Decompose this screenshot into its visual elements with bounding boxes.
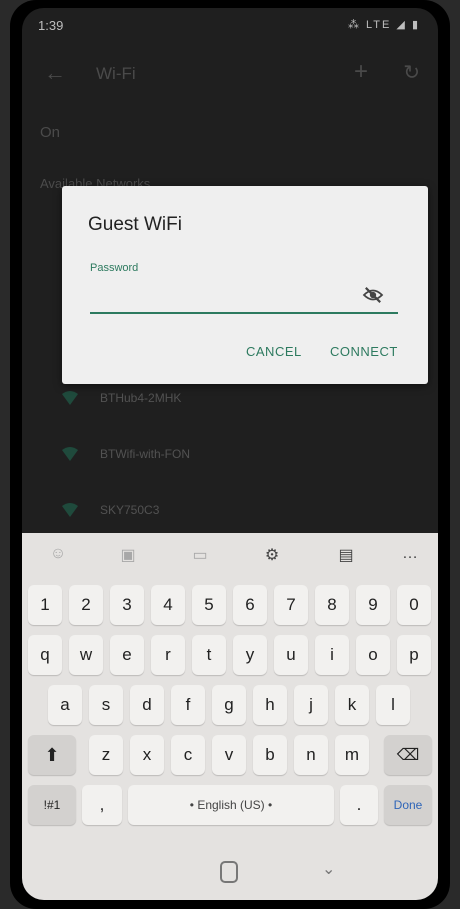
network-row[interactable]: SKY750C3 bbox=[62, 496, 159, 524]
comma-key[interactable]: , bbox=[82, 785, 122, 825]
clipboard-icon[interactable]: ▤ bbox=[334, 545, 358, 565]
key[interactable]: 5 bbox=[192, 585, 226, 625]
dialog-title: Guest WiFi bbox=[88, 214, 182, 235]
gif-icon[interactable]: ▭ bbox=[188, 545, 212, 565]
emoji-icon[interactable]: ☺ bbox=[46, 545, 70, 565]
app-bar: ← Wi-Fi + ↻ bbox=[22, 52, 438, 96]
keyboard-row-1: q w e r t y u i o p bbox=[22, 635, 438, 679]
period-key[interactable]: . bbox=[340, 785, 378, 825]
wifi-signal-icon bbox=[62, 503, 78, 517]
key[interactable]: z bbox=[89, 735, 123, 775]
key[interactable]: h bbox=[253, 685, 287, 725]
key[interactable]: f bbox=[171, 685, 205, 725]
wifi-signal-icon bbox=[62, 447, 78, 461]
key[interactable]: d bbox=[130, 685, 164, 725]
add-icon[interactable]: + bbox=[354, 58, 368, 86]
key[interactable]: u bbox=[274, 635, 308, 675]
key[interactable]: q bbox=[28, 635, 62, 675]
status-time: 1:39 bbox=[38, 18, 64, 33]
shift-key[interactable]: ⬆ bbox=[28, 735, 76, 775]
wifi-signal-icon bbox=[62, 391, 78, 405]
screen: 1:39 ⁂ LTE ◢ ▮ ← Wi-Fi + ↻ On Available … bbox=[22, 8, 438, 900]
password-input[interactable] bbox=[90, 280, 398, 314]
keyboard-row-2: a s d f g h j k l bbox=[22, 685, 438, 729]
key[interactable]: o bbox=[356, 635, 390, 675]
password-label: Password bbox=[90, 262, 139, 274]
space-key[interactable]: • English (US) • bbox=[128, 785, 334, 825]
key[interactable]: 4 bbox=[151, 585, 185, 625]
settings-icon[interactable]: ⚙ bbox=[260, 545, 284, 565]
key[interactable]: 8 bbox=[315, 585, 349, 625]
wifi-state-label[interactable]: On bbox=[40, 124, 60, 141]
visibility-off-icon[interactable] bbox=[362, 286, 384, 304]
sticker-icon[interactable]: ▣ bbox=[116, 545, 140, 565]
page-title: Wi-Fi bbox=[96, 64, 136, 83]
network-row[interactable]: BTWifi-with-FON bbox=[62, 440, 190, 468]
connect-button[interactable]: CONNECT bbox=[330, 344, 398, 359]
network-name: BTHub4-2MHK bbox=[100, 391, 182, 405]
navigation-bar: ⌄ bbox=[22, 843, 438, 900]
key[interactable]: 6 bbox=[233, 585, 267, 625]
keyboard-toolbar: ☺ ▣ ▭ ⚙ ▤ … bbox=[22, 533, 438, 577]
keyboard-row-bottom: !#1 , • English (US) • . Done bbox=[22, 785, 438, 829]
refresh-icon[interactable]: ↻ bbox=[403, 60, 420, 85]
key[interactable]: y bbox=[233, 635, 267, 675]
key[interactable]: x bbox=[130, 735, 164, 775]
key[interactable]: t bbox=[192, 635, 226, 675]
key[interactable]: b bbox=[253, 735, 287, 775]
symbols-key[interactable]: !#1 bbox=[28, 785, 76, 825]
status-bar: 1:39 ⁂ LTE ◢ ▮ bbox=[22, 8, 438, 42]
back-arrow-icon[interactable]: ← bbox=[44, 60, 66, 86]
network-name: BTWifi-with-FON bbox=[100, 447, 190, 461]
more-icon[interactable]: … bbox=[398, 545, 422, 565]
key[interactable]: g bbox=[212, 685, 246, 725]
key[interactable]: 9 bbox=[356, 585, 390, 625]
key[interactable]: n bbox=[294, 735, 328, 775]
done-key[interactable]: Done bbox=[384, 785, 432, 825]
soft-keyboard: ☺ ▣ ▭ ⚙ ▤ … 1 2 3 4 5 6 7 8 9 0 q w e r … bbox=[22, 533, 438, 900]
shift-icon: ⬆ bbox=[44, 745, 60, 765]
cancel-button[interactable]: CANCEL bbox=[246, 344, 302, 359]
key[interactable]: p bbox=[397, 635, 431, 675]
status-icons: ⁂ LTE ◢ ▮ bbox=[347, 19, 420, 31]
keyboard-row-3: ⬆ z x c v b n m ⌫ bbox=[22, 735, 438, 779]
network-row[interactable]: BTHub4-2MHK bbox=[62, 384, 181, 412]
hide-keyboard-icon[interactable]: ⌄ bbox=[322, 859, 335, 879]
key[interactable]: 0 bbox=[397, 585, 431, 625]
backspace-key[interactable]: ⌫ bbox=[384, 735, 432, 775]
key[interactable]: 2 bbox=[69, 585, 103, 625]
key[interactable]: e bbox=[110, 635, 144, 675]
key[interactable]: r bbox=[151, 635, 185, 675]
key[interactable]: l bbox=[376, 685, 410, 725]
key[interactable]: m bbox=[335, 735, 369, 775]
keyboard-row-numbers: 1 2 3 4 5 6 7 8 9 0 bbox=[22, 585, 438, 629]
key[interactable]: v bbox=[212, 735, 246, 775]
backspace-icon: ⌫ bbox=[396, 747, 420, 764]
key[interactable]: c bbox=[171, 735, 205, 775]
key[interactable]: j bbox=[294, 685, 328, 725]
key[interactable]: s bbox=[89, 685, 123, 725]
wifi-password-dialog: Guest WiFi Password CANCEL CONNECT bbox=[62, 186, 428, 384]
key[interactable]: 1 bbox=[28, 585, 62, 625]
phone-frame: 1:39 ⁂ LTE ◢ ▮ ← Wi-Fi + ↻ On Available … bbox=[10, 0, 450, 909]
key[interactable]: 7 bbox=[274, 585, 308, 625]
key[interactable]: 3 bbox=[110, 585, 144, 625]
home-icon[interactable] bbox=[220, 861, 238, 883]
key[interactable]: w bbox=[69, 635, 103, 675]
network-name: SKY750C3 bbox=[100, 503, 160, 517]
key[interactable]: k bbox=[335, 685, 369, 725]
key[interactable]: a bbox=[48, 685, 82, 725]
key[interactable]: i bbox=[315, 635, 349, 675]
